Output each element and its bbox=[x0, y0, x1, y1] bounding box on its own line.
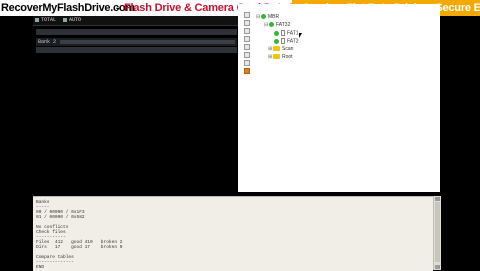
tree-node-fat1[interactable]: FAT1 bbox=[274, 30, 299, 37]
filter-icon[interactable] bbox=[244, 28, 250, 34]
mouse-cursor-icon bbox=[299, 33, 302, 38]
bank-row[interactable]: Bank 2 bbox=[36, 38, 237, 46]
toolbar-auto-button[interactable]: AUTO bbox=[63, 17, 81, 24]
tree-node-label: Scan bbox=[282, 46, 294, 52]
log-line: Dirs 17 good 17 broken 0 bbox=[36, 245, 123, 250]
tree-node-label: MBR bbox=[268, 14, 280, 20]
search-icon[interactable] bbox=[244, 36, 250, 42]
tree-node-label: FAT2 bbox=[287, 38, 299, 45]
file-icon bbox=[281, 30, 285, 36]
save-icon[interactable] bbox=[244, 52, 250, 58]
status-ok-icon bbox=[261, 14, 266, 20]
tree-node-mbr[interactable]: ⊟ MBR bbox=[256, 14, 279, 21]
log-line: 01 / 00000 / 0x582 bbox=[36, 215, 85, 220]
export-icon[interactable] bbox=[244, 60, 250, 66]
tree-toolbar bbox=[244, 12, 251, 76]
banner-separator: - bbox=[116, 2, 120, 14]
bank-bar bbox=[60, 40, 235, 44]
log-scrollbar[interactable] bbox=[433, 196, 441, 270]
toolbar-total-button[interactable]: TOTAL bbox=[35, 17, 56, 24]
tree-node-root[interactable]: ⊞ Root bbox=[268, 54, 293, 61]
log-panel: Banks ----- 00 / 00000 / 0x1F3 01 / 0000… bbox=[33, 196, 433, 271]
scroll-down-icon[interactable] bbox=[435, 265, 440, 269]
collapse-icon[interactable] bbox=[244, 20, 250, 26]
tree-node-scan[interactable]: ⊞ Scan bbox=[268, 46, 293, 53]
tree-node-fat2[interactable]: FAT2 bbox=[274, 38, 299, 45]
site-name: RecoverMyFlashDrive.com bbox=[1, 2, 135, 14]
status-ok-icon bbox=[274, 38, 279, 44]
copy-icon[interactable] bbox=[244, 44, 250, 50]
status-ok-icon bbox=[274, 30, 279, 36]
refresh-icon bbox=[63, 17, 67, 22]
left-toolbar: TOTAL AUTO bbox=[33, 16, 238, 26]
data-strip bbox=[36, 47, 237, 53]
file-icon bbox=[281, 38, 285, 44]
folder-icon bbox=[273, 54, 280, 60]
settings-icon[interactable] bbox=[244, 68, 250, 74]
data-strip bbox=[36, 29, 237, 35]
tree-node-label: FAT1 bbox=[287, 30, 299, 37]
log-line: END bbox=[36, 265, 45, 270]
scroll-up-icon[interactable] bbox=[435, 197, 440, 201]
grid-icon bbox=[35, 17, 39, 22]
folder-icon bbox=[273, 46, 280, 52]
toolbar-total-label: TOTAL bbox=[41, 17, 57, 23]
scroll-thumb[interactable] bbox=[435, 202, 440, 262]
tree-node-label: FAT32 bbox=[276, 22, 291, 28]
tree-panel: ⊟ MBR ⊟ FAT32 FAT1 FAT2 ⊞ Scan ⊞ Root bbox=[238, 4, 440, 192]
expand-icon[interactable] bbox=[244, 12, 250, 18]
tree-node-fat32[interactable]: ⊟ FAT32 bbox=[264, 22, 290, 29]
status-ok-icon bbox=[269, 22, 274, 28]
toolbar-auto-label: AUTO bbox=[69, 17, 82, 23]
data-view-panel: TOTAL AUTO Bank 2 bbox=[33, 16, 238, 192]
bank-label: Bank 2 bbox=[38, 39, 57, 45]
tree-node-label: Root bbox=[282, 54, 293, 60]
